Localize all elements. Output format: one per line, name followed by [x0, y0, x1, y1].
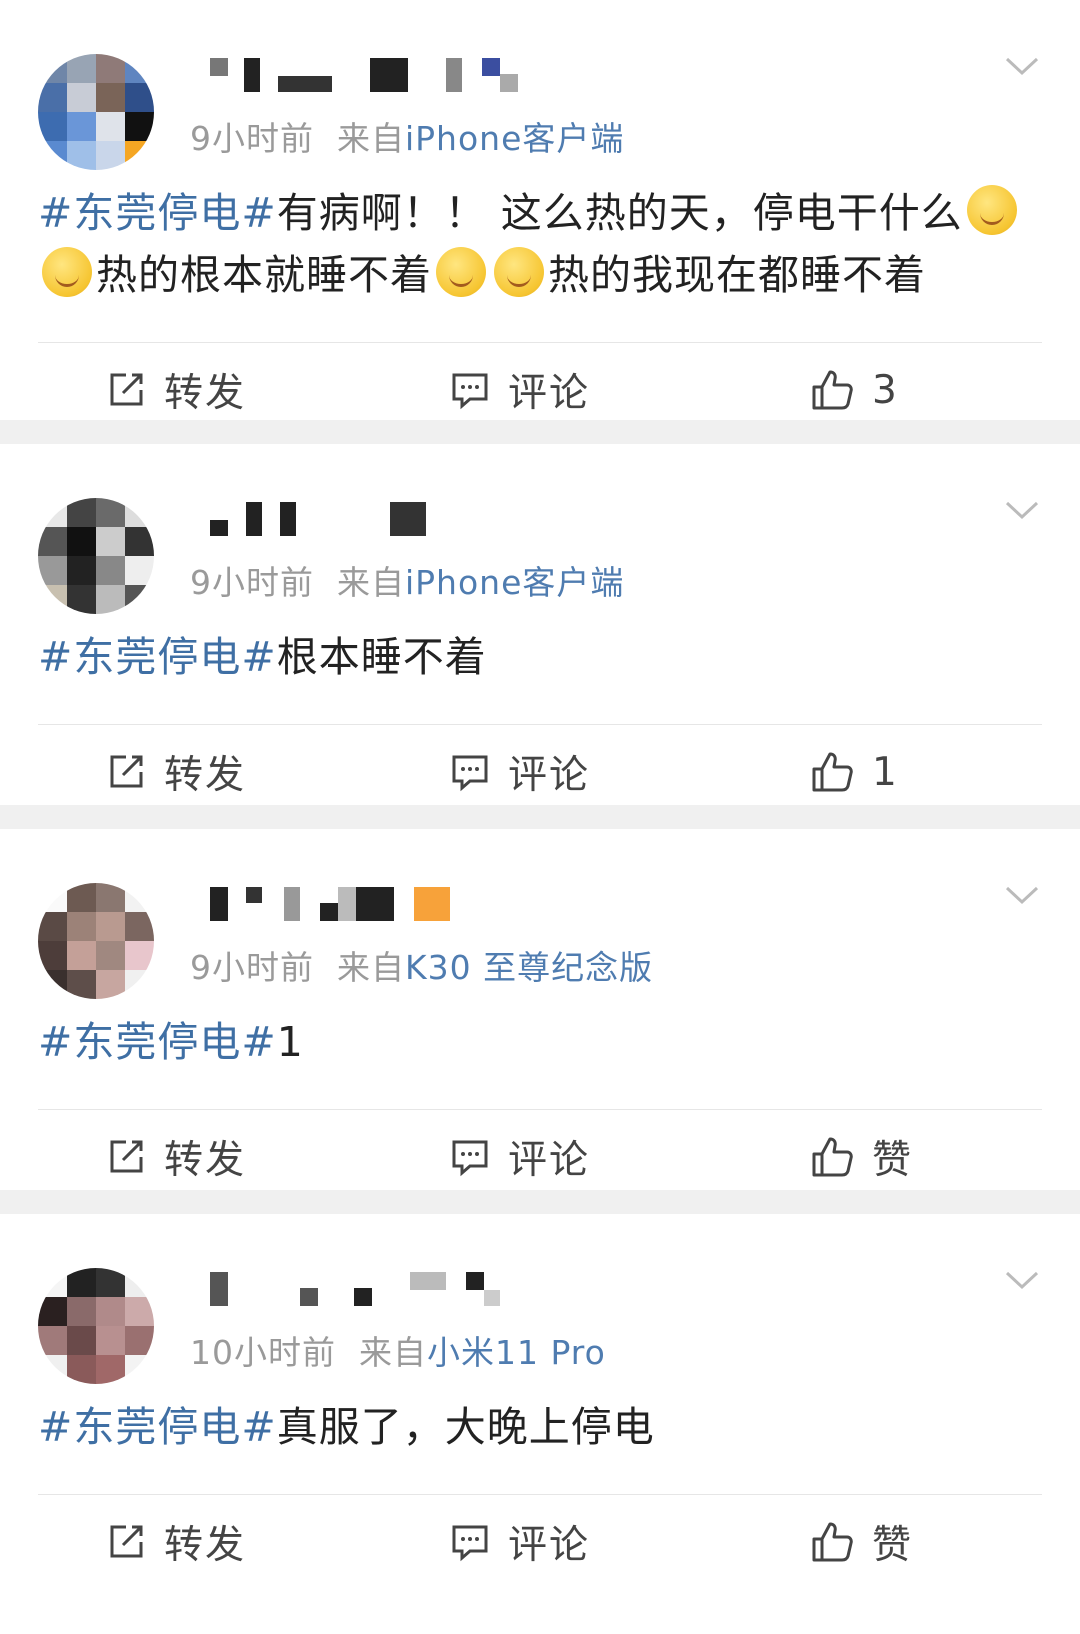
thumbs-up-icon: [812, 370, 853, 410]
comment-button[interactable]: 评论: [450, 1110, 590, 1204]
post-text: #东莞停电#有病啊！！ 这么热的天，停电干什么 热的根本就睡不着 热的我现在都睡不…: [0, 182, 1080, 306]
thumbs-up-icon: [812, 752, 853, 792]
like-button[interactable]: 3: [810, 343, 899, 437]
post-card: 9小时前 来自iPhone客户端 #东莞停电#有病啊！！ 这么热的天，停电干什么…: [0, 0, 1080, 420]
post-time: 9小时前: [190, 948, 314, 987]
username-pixelated[interactable]: [210, 58, 550, 98]
post-text: #东莞停电#根本睡不着: [0, 626, 1080, 688]
emoji-icon: [966, 185, 1017, 235]
post-meta: 9小时前 来自iPhone客户端: [190, 112, 624, 160]
from-label: 来自: [336, 948, 405, 987]
post-text-part: 真服了，大晚上停电: [276, 1403, 655, 1451]
comment-icon: [452, 755, 488, 792]
username-pixelated[interactable]: [210, 1272, 550, 1312]
comment-label: 评论: [508, 1523, 591, 1568]
repost-icon: [110, 1525, 143, 1558]
comment-icon: [452, 1525, 488, 1562]
hashtag-link[interactable]: #东莞停电#: [38, 189, 277, 237]
emoji-icon: [436, 247, 486, 297]
like-count: 3: [872, 367, 899, 413]
repost-label: 转发: [164, 1523, 247, 1568]
like-count: 1: [872, 749, 899, 795]
comment-icon: [452, 1140, 488, 1177]
hashtag-link[interactable]: #东莞停电#: [38, 633, 277, 681]
comment-icon: [452, 373, 488, 410]
post-meta: 10小时前 来自小米11 Pro: [190, 1326, 606, 1374]
post-text-part: 有病啊！！ 这么热的天，停电干什么: [276, 189, 963, 237]
post-source: iPhone客户端: [404, 119, 625, 158]
post-meta: 9小时前 来自K30 至尊纪念版: [190, 941, 653, 989]
from-label: 来自: [358, 1333, 427, 1372]
post-meta: 9小时前 来自iPhone客户端: [190, 556, 624, 604]
post-text-part: 热的根本就睡不着: [96, 251, 432, 299]
post-card: 10小时前 来自小米11 Pro #东莞停电#真服了，大晚上停电 转发 评论 赞: [0, 1214, 1080, 1634]
repost-button[interactable]: 转发: [106, 1495, 246, 1589]
post-time: 9小时前: [190, 119, 314, 158]
repost-icon: [110, 373, 143, 406]
repost-button[interactable]: 转发: [106, 725, 246, 819]
avatar[interactable]: [38, 54, 154, 170]
post-text-part: 1: [276, 1018, 304, 1066]
repost-label: 转发: [164, 1138, 247, 1183]
post-source: iPhone客户端: [404, 563, 625, 602]
chevron-down-icon[interactable]: [1004, 492, 1040, 528]
chevron-down-icon[interactable]: [1004, 48, 1040, 84]
emoji-icon: [494, 247, 544, 297]
repost-button[interactable]: 转发: [106, 343, 246, 437]
post-card: 9小时前 来自K30 至尊纪念版 #东莞停电#1 转发 评论 赞: [0, 829, 1080, 1190]
repost-button[interactable]: 转发: [106, 1110, 246, 1204]
post-time: 9小时前: [190, 563, 314, 602]
repost-label: 转发: [164, 371, 247, 416]
like-button[interactable]: 1: [810, 725, 899, 819]
comment-label: 评论: [508, 371, 591, 416]
repost-icon: [110, 755, 143, 788]
post-text: #东莞停电#1: [0, 1011, 1080, 1073]
comment-label: 评论: [508, 753, 591, 798]
post-source: 小米11 Pro: [426, 1333, 606, 1372]
hashtag-link[interactable]: #东莞停电#: [38, 1018, 277, 1066]
post-text-part: 根本睡不着: [276, 633, 487, 681]
post-source: K30 至尊纪念版: [404, 948, 654, 987]
chevron-down-icon[interactable]: [1004, 877, 1040, 913]
post-text-part: 热的我现在都睡不着: [548, 251, 926, 299]
hashtag-link[interactable]: #东莞停电#: [38, 1403, 277, 1451]
avatar[interactable]: [38, 498, 154, 614]
comment-button[interactable]: 评论: [450, 343, 590, 437]
thumbs-up-icon: [812, 1522, 853, 1562]
from-label: 来自: [336, 119, 405, 158]
comment-button[interactable]: 评论: [450, 1495, 590, 1589]
like-button[interactable]: 赞: [810, 1110, 913, 1204]
chevron-down-icon[interactable]: [1004, 1262, 1040, 1298]
from-label: 来自: [336, 563, 405, 602]
avatar[interactable]: [38, 1268, 154, 1384]
like-button[interactable]: 赞: [810, 1495, 913, 1589]
avatar[interactable]: [38, 883, 154, 999]
comment-button[interactable]: 评论: [450, 725, 590, 819]
like-label: 赞: [872, 1523, 914, 1568]
post-time: 10小时前: [190, 1333, 336, 1372]
post-text: #东莞停电#真服了，大晚上停电: [0, 1396, 1080, 1458]
thumbs-up-icon: [812, 1137, 853, 1177]
emoji-icon: [42, 247, 92, 297]
username-pixelated[interactable]: [210, 887, 550, 927]
username-pixelated[interactable]: [210, 502, 550, 542]
like-label: 赞: [872, 1138, 914, 1183]
comment-label: 评论: [508, 1138, 591, 1183]
repost-label: 转发: [164, 753, 247, 798]
post-card: 9小时前 来自iPhone客户端 #东莞停电#根本睡不着 转发 评论 1: [0, 444, 1080, 805]
repost-icon: [110, 1140, 143, 1173]
